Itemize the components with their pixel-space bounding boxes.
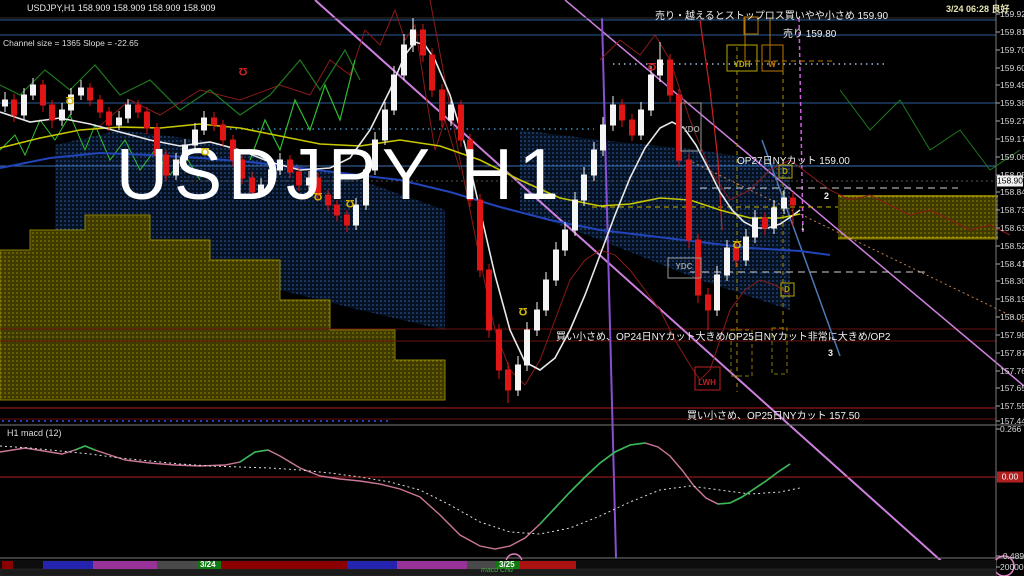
candle — [240, 160, 245, 178]
candle — [79, 88, 84, 95]
candle — [782, 198, 787, 208]
candle — [345, 215, 350, 225]
candle — [715, 275, 720, 310]
candle — [554, 250, 559, 280]
price-chart-canvas[interactable] — [0, 0, 1024, 576]
candle — [525, 330, 530, 365]
candle — [22, 95, 27, 115]
candle — [516, 365, 521, 390]
candle — [364, 170, 369, 205]
candle — [734, 248, 739, 260]
candle — [31, 85, 36, 95]
candle — [573, 200, 578, 230]
candle — [392, 75, 397, 110]
candle — [506, 370, 511, 390]
candle — [126, 105, 131, 118]
candle — [193, 130, 198, 145]
candle — [630, 120, 635, 135]
candle — [478, 200, 483, 270]
candle — [136, 105, 141, 112]
candle — [763, 218, 768, 228]
macd-indicator-layer — [0, 443, 800, 549]
candle — [459, 105, 464, 140]
candle — [221, 125, 226, 140]
candle — [12, 100, 17, 115]
candle — [421, 30, 426, 55]
candle — [202, 118, 207, 130]
candle — [60, 110, 65, 120]
candle — [649, 75, 654, 110]
candle — [430, 55, 435, 90]
session-strip-layer — [0, 560, 996, 576]
candle — [69, 95, 74, 110]
candle — [269, 170, 274, 185]
candle — [791, 198, 796, 205]
candle — [449, 105, 454, 120]
candle — [411, 30, 416, 45]
candle — [658, 60, 663, 75]
candle — [687, 160, 692, 240]
candle — [278, 160, 283, 170]
candle — [145, 112, 150, 128]
mt4-chart-window: { "window": { "quote_line": "USDJPY,H1 1… — [0, 0, 1024, 576]
candle — [582, 175, 587, 200]
candle — [383, 110, 388, 140]
candle — [50, 105, 55, 120]
candle — [611, 105, 616, 125]
candle — [725, 248, 730, 275]
candle — [155, 128, 160, 155]
candle — [497, 330, 502, 370]
candle — [3, 100, 8, 106]
candle — [335, 205, 340, 215]
candle — [250, 178, 255, 192]
candle — [620, 105, 625, 120]
candle — [316, 178, 321, 195]
candle — [88, 88, 93, 100]
candle — [183, 145, 188, 160]
candle — [41, 85, 46, 105]
candle — [354, 205, 359, 225]
candle — [487, 270, 492, 330]
candle — [107, 112, 112, 125]
axis-ticks-layer — [996, 14, 1000, 567]
candle — [307, 178, 312, 185]
candle — [164, 155, 169, 175]
candle — [402, 45, 407, 75]
candle — [772, 208, 777, 228]
candle — [535, 310, 540, 330]
candle — [373, 140, 378, 170]
candle — [601, 125, 606, 150]
candle — [174, 160, 179, 175]
candle — [440, 90, 445, 120]
candle — [668, 60, 673, 95]
candle — [639, 110, 644, 135]
candle — [706, 295, 711, 310]
candle — [297, 172, 302, 185]
candle — [98, 100, 103, 112]
candle — [231, 140, 236, 160]
candle — [744, 237, 749, 260]
candle — [117, 118, 122, 125]
candle — [326, 195, 331, 205]
candle — [592, 150, 597, 175]
candle — [212, 118, 217, 125]
candle — [696, 240, 701, 295]
candle — [753, 218, 758, 237]
candle — [544, 280, 549, 310]
candle — [563, 230, 568, 250]
candle — [259, 185, 264, 192]
candle — [468, 140, 473, 200]
candle — [288, 160, 293, 172]
